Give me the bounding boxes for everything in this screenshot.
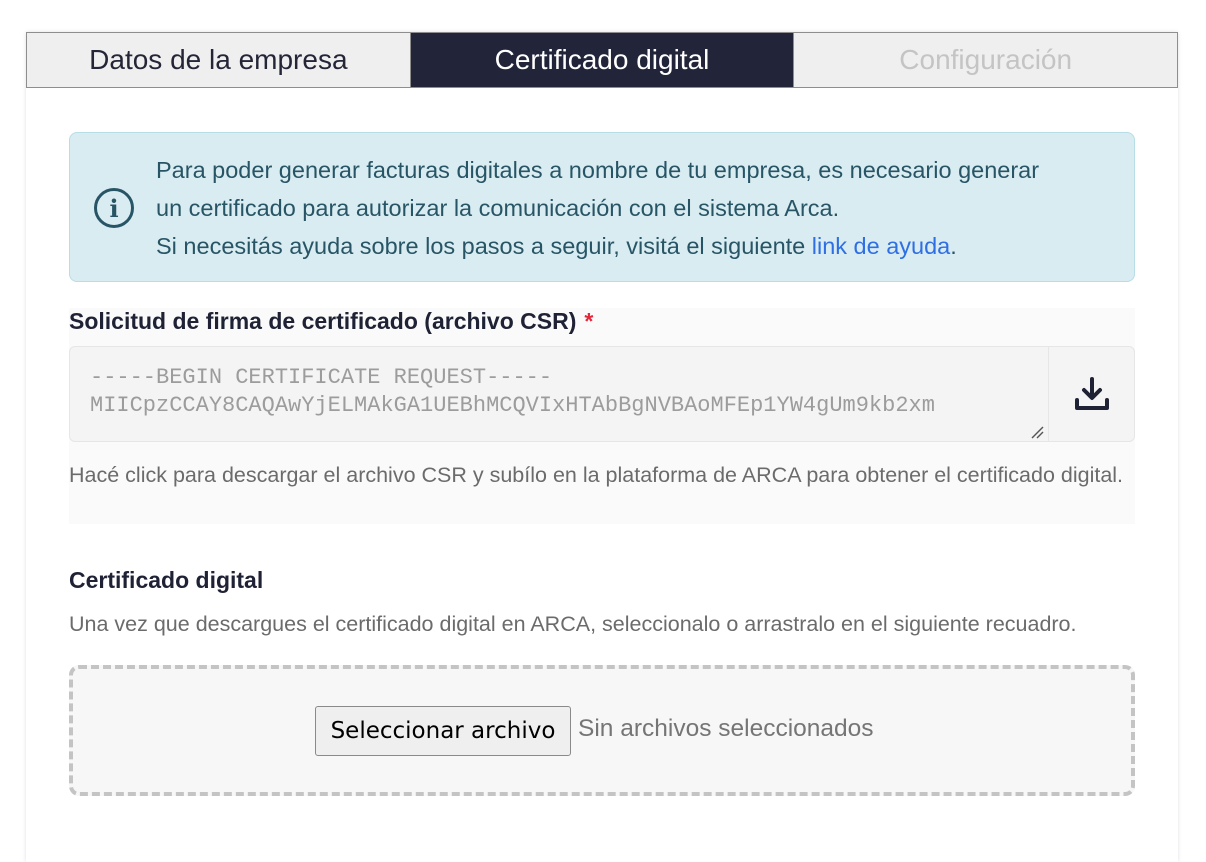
info-alert-line-3-prefix: Si necesitás ayuda sobre los pasos a seg… xyxy=(156,233,812,259)
required-asterisk: * xyxy=(584,308,594,334)
csr-field: -----BEGIN CERTIFICATE REQUEST----- MIIC… xyxy=(69,346,1135,442)
certificate-description: Una vez que descargues el certificado di… xyxy=(69,612,1077,636)
setup-tabs: Datos de la empresa Certificado digital … xyxy=(26,32,1178,88)
info-alert-line-3: Si necesitás ayuda sobre los pasos a seg… xyxy=(156,227,1116,265)
csr-section: Solicitud de firma de certificado (archi… xyxy=(69,308,1135,524)
tab-certificado-digital[interactable]: Certificado digital xyxy=(409,33,794,87)
company-setup-panel: Datos de la empresa Certificado digital … xyxy=(26,32,1178,862)
download-csr-button[interactable] xyxy=(1048,347,1134,441)
file-status-text: Sin archivos seleccionados xyxy=(578,715,874,742)
info-icon: i xyxy=(94,188,134,228)
info-alert-line-3-suffix: . xyxy=(950,233,957,259)
certificate-title: Certificado digital xyxy=(69,567,264,593)
certificate-dropzone[interactable]: Seleccionar archivo Sin archivos selecci… xyxy=(69,665,1135,796)
csr-label-text: Solicitud de firma de certificado (archi… xyxy=(69,308,577,334)
tab-configuracion: Configuración xyxy=(793,33,1178,87)
select-file-button[interactable]: Seleccionar archivo xyxy=(315,706,571,756)
csr-field-label: Solicitud de firma de certificado (archi… xyxy=(69,308,593,335)
info-alert-line-1: Para poder generar facturas digitales a … xyxy=(156,157,1040,183)
csr-help-text: Hacé click para descargar el archivo CSR… xyxy=(69,463,1124,487)
download-icon xyxy=(1074,377,1109,410)
info-alert-text: Para poder generar facturas digitales a … xyxy=(156,151,1116,265)
help-link[interactable]: link de ayuda xyxy=(812,233,951,259)
tab-datos-empresa[interactable]: Datos de la empresa xyxy=(27,33,410,87)
info-alert: i Para poder generar facturas digitales … xyxy=(69,132,1135,282)
info-alert-line-2: un certificado para autorizar la comunic… xyxy=(156,195,840,221)
csr-textarea[interactable]: -----BEGIN CERTIFICATE REQUEST----- MIIC… xyxy=(70,347,1048,441)
resize-handle-icon[interactable] xyxy=(1030,425,1044,439)
